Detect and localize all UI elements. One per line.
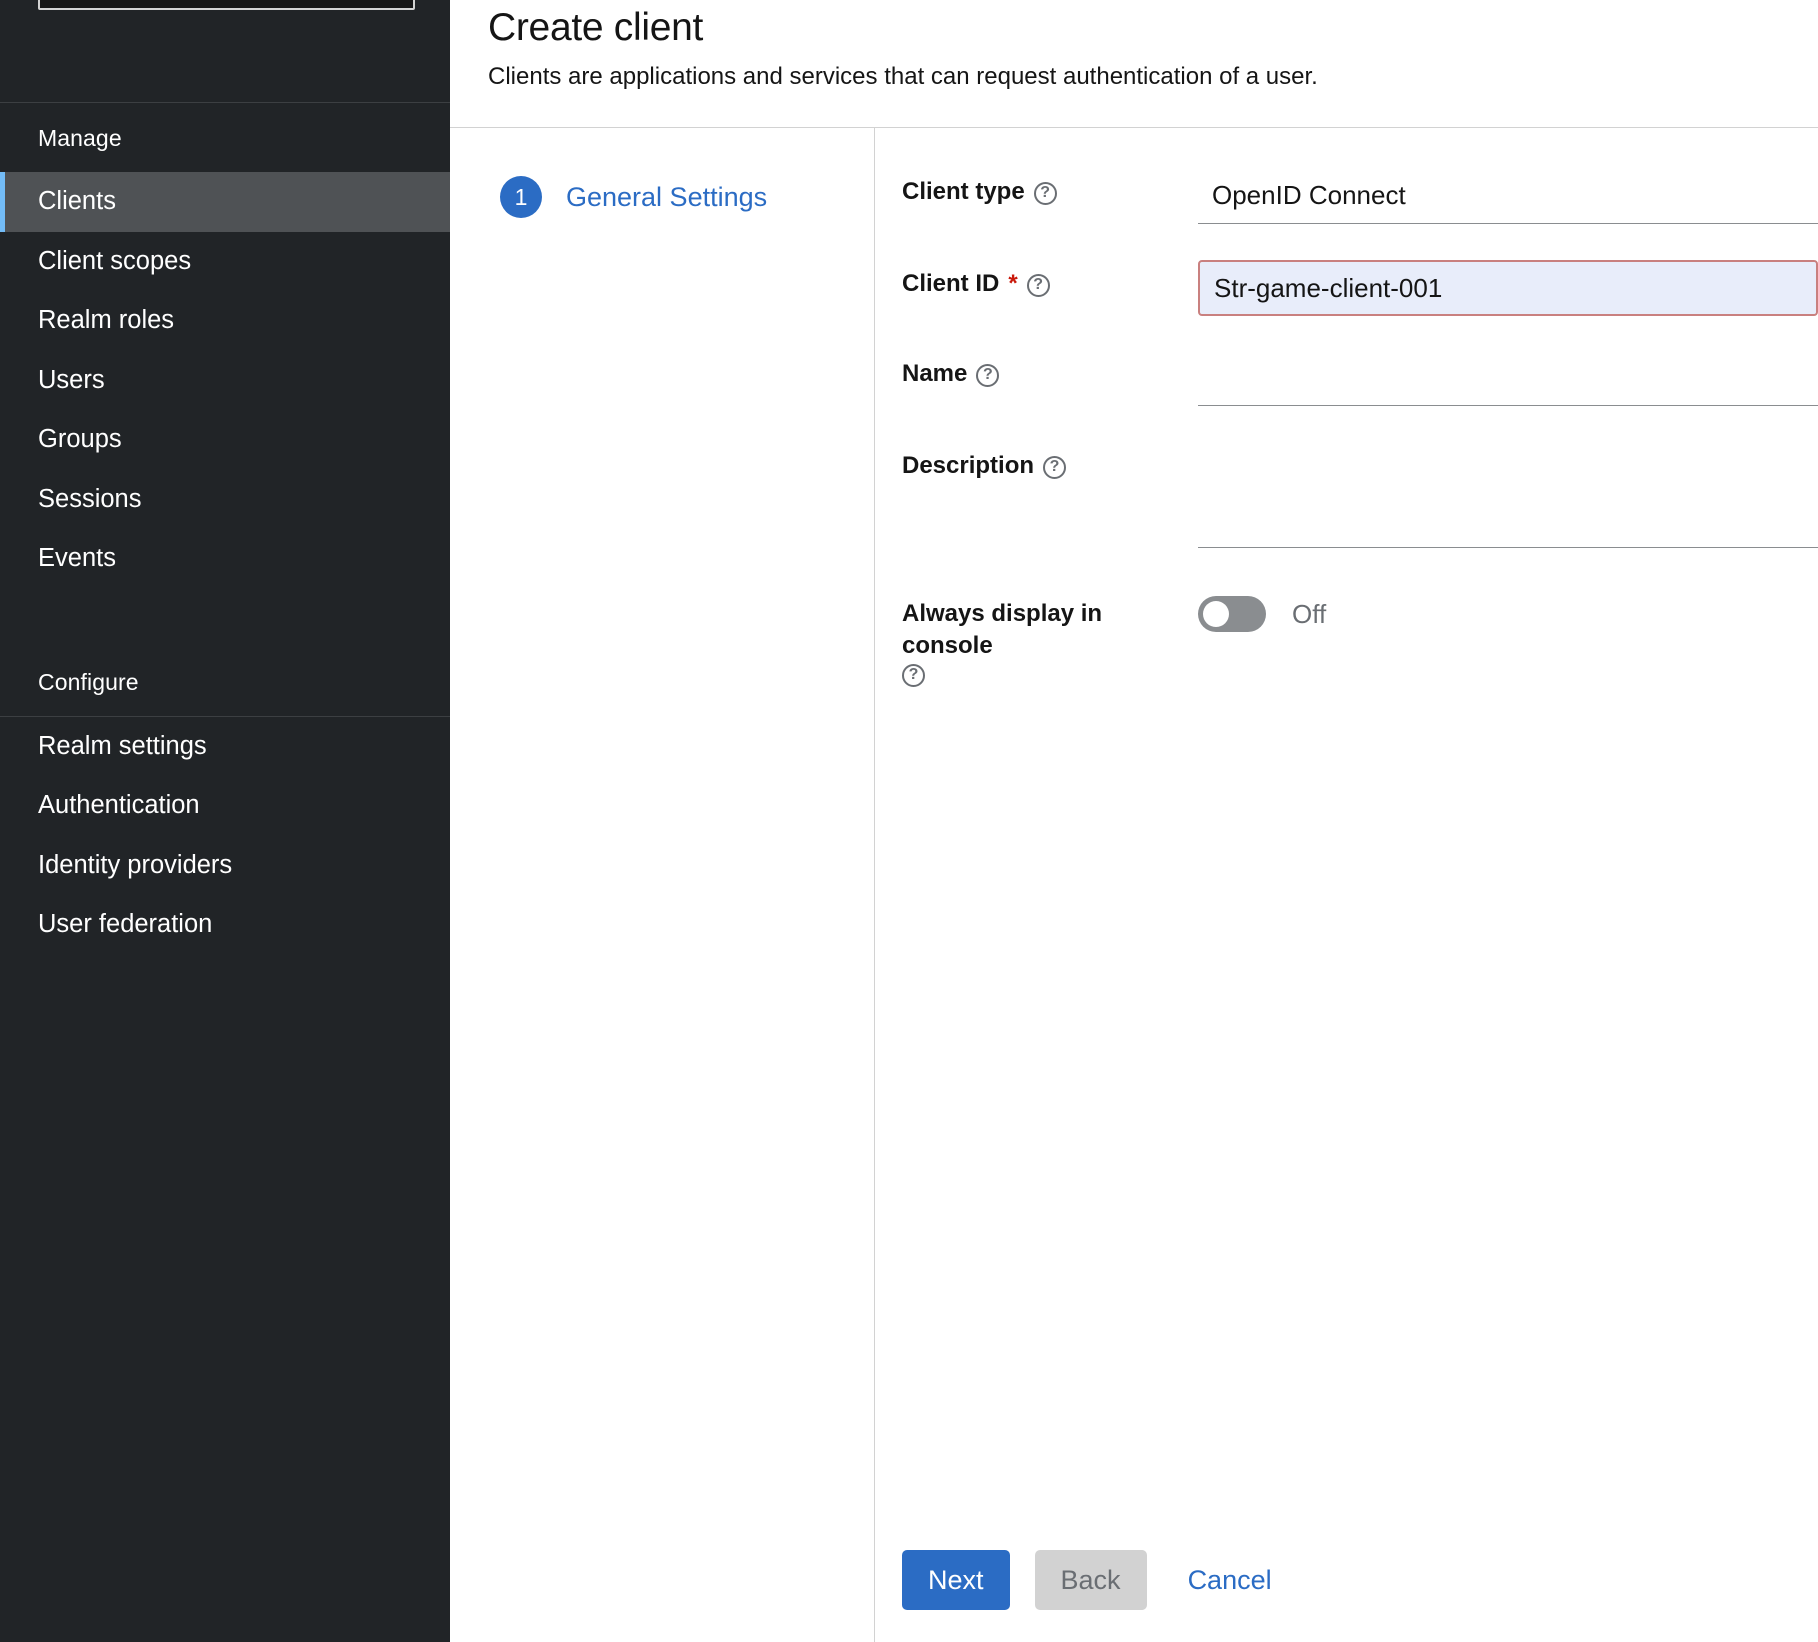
sidebar-item-label: Realm settings — [38, 731, 207, 760]
name-input[interactable] — [1198, 350, 1818, 406]
sidebar-item-identity-providers[interactable]: Identity providers — [0, 835, 450, 895]
client-id-label-group: Client ID * ? — [902, 260, 1160, 300]
main-content: Create client Clients are applications a… — [450, 0, 1818, 1642]
sidebar-item-label: Users — [38, 365, 105, 394]
sidebar-item-label: Identity providers — [38, 850, 233, 879]
name-label: Name — [902, 360, 968, 387]
sidebar-item-sessions[interactable]: Sessions — [0, 469, 450, 529]
form-row-always-display-in-console: Always display in console ? Off — [875, 590, 1807, 687]
step-label: General Settings — [566, 181, 768, 212]
sidebar-item-events[interactable]: Events — [0, 529, 450, 589]
wizard-step-nav: 1 General Settings — [450, 128, 874, 1642]
client-id-field-zone — [1160, 260, 1818, 316]
question-circle-icon[interactable]: ? — [1033, 181, 1057, 205]
toggle-knob — [1203, 601, 1229, 627]
next-button[interactable]: Next — [902, 1550, 1010, 1610]
client-type-field-zone — [1160, 168, 1818, 224]
question-circle-icon[interactable]: ? — [1043, 455, 1067, 479]
realm-selector-strip — [0, 0, 450, 14]
create-client-wizard: 1 General Settings Client type ? OpenID … — [450, 128, 1818, 1642]
page-title: Create client — [488, 6, 704, 49]
step-number-badge: 1 — [500, 176, 542, 218]
cancel-button[interactable]: Cancel — [1172, 1550, 1288, 1610]
toggle-state-label: Off — [1292, 598, 1327, 629]
sidebar-item-authentication[interactable]: Authentication — [0, 776, 450, 836]
sidebar-item-groups[interactable]: Groups — [0, 410, 450, 470]
always-display-label-group: Always display in console ? — [902, 590, 1160, 687]
description-label-group: Description ? — [902, 442, 1160, 482]
sidebar-item-label: Client scopes — [38, 246, 192, 275]
sidebar-item-label: Clients — [38, 187, 116, 215]
primary-sidebar: Manage Clients Client scopes Realm roles… — [0, 0, 450, 1642]
sidebar-item-label: Authentication — [38, 791, 200, 819]
always-display-toggle[interactable] — [1198, 596, 1266, 632]
question-circle-icon[interactable]: ? — [1026, 273, 1050, 297]
required-indicator: * — [1008, 270, 1018, 298]
description-field-zone — [1160, 442, 1818, 548]
description-label: Description — [902, 452, 1035, 479]
client-id-input[interactable] — [1198, 260, 1818, 316]
form-row-client-id: Client ID * ? — [875, 260, 1818, 316]
name-field-zone — [1160, 350, 1818, 406]
sidebar-top-gap — [0, 14, 450, 102]
sidebar-item-label: Sessions — [38, 484, 142, 513]
description-textarea[interactable] — [1198, 442, 1818, 548]
sidebar-item-label: User federation — [38, 910, 213, 938]
form-row-name: Name ? — [875, 350, 1818, 406]
sidebar-section-configure-label: Configure — [0, 646, 450, 716]
form-row-description: Description ? — [875, 442, 1818, 548]
name-label-group: Name ? — [902, 350, 1160, 390]
always-display-label: Always display in console — [902, 600, 1103, 660]
client-type-select[interactable] — [1198, 168, 1818, 224]
back-button: Back — [1034, 1550, 1147, 1610]
wizard-form-body: Client type ? Client ID * ? — [875, 128, 1818, 1642]
sidebar-item-client-scopes[interactable]: Client scopes — [0, 231, 450, 291]
sidebar-item-clients[interactable]: Clients — [0, 172, 450, 232]
sidebar-item-user-federation[interactable]: User federation — [0, 895, 450, 955]
sidebar-item-realm-settings[interactable]: Realm settings — [0, 716, 450, 776]
sidebar-item-users[interactable]: Users — [0, 350, 450, 410]
page-header: Create client Clients are applications a… — [450, 0, 1818, 128]
question-circle-icon[interactable]: ? — [976, 363, 1000, 387]
sidebar-item-realm-roles[interactable]: Realm roles — [0, 291, 450, 351]
client-type-label: Client type — [902, 178, 1025, 205]
client-type-label-group: Client type ? — [902, 168, 1160, 208]
sidebar-section-manage-label: Manage — [0, 103, 450, 172]
wizard-footer: Next Back Cancel — [902, 1550, 1288, 1610]
question-circle-icon[interactable]: ? — [902, 663, 925, 687]
form-row-client-type: Client type ? — [875, 168, 1818, 224]
sidebar-item-label: Events — [38, 544, 116, 572]
sidebar-item-label: Realm roles — [38, 306, 175, 334]
sidebar-section-spacer — [0, 588, 450, 647]
client-id-label: Client ID — [902, 270, 1000, 297]
wizard-step-general-settings[interactable]: 1 General Settings — [450, 176, 874, 218]
always-display-toggle-wrap: Off — [1198, 590, 1807, 632]
sidebar-item-label: Groups — [38, 425, 122, 453]
always-display-field-zone: Off — [1160, 590, 1807, 632]
page-subtitle: Clients are applications and services th… — [488, 62, 1318, 90]
realm-selector-dropdown[interactable] — [38, 0, 415, 10]
keycloak-admin-console: Manage Clients Client scopes Realm roles… — [0, 0, 1818, 1642]
